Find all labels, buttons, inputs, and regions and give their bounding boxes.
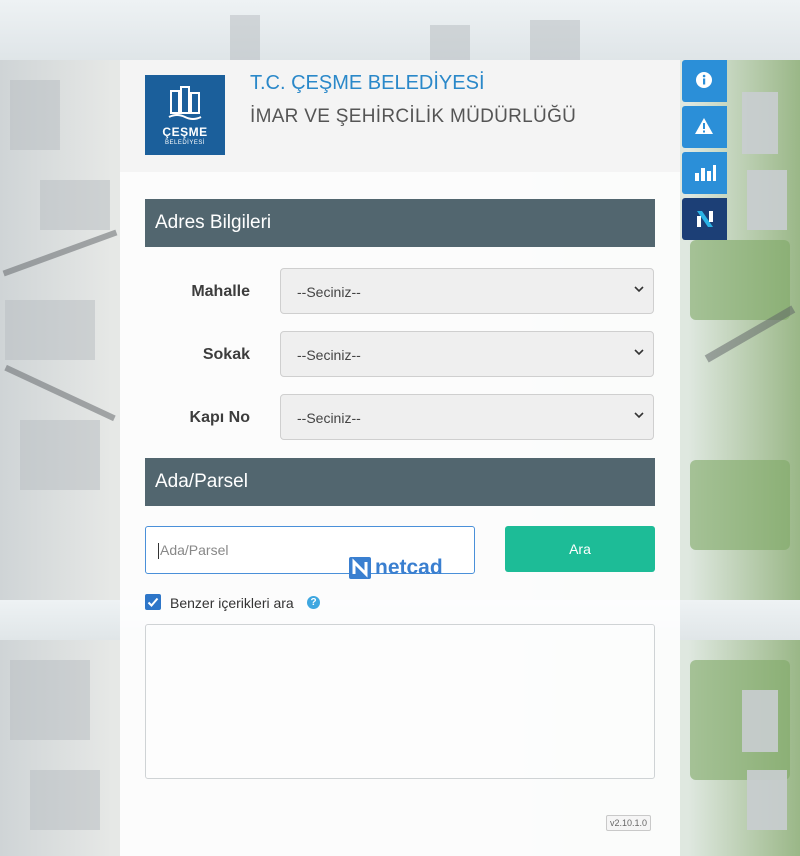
version-badge: v2.10.1.0 [606,815,652,831]
logo-text-sub: BELEDİYESİ [164,140,205,146]
warning-button[interactable] [682,106,727,148]
info-button[interactable] [682,60,727,102]
kapino-select-value: --Seciniz-- [297,410,361,426]
logo-text-main: ÇEŞME [162,125,208,139]
chevron-down-icon [634,412,644,419]
similar-checkbox-label[interactable]: Benzer içerikleri ara [170,595,294,611]
sokak-select-value: --Seciniz-- [297,347,361,363]
castle-icon [168,86,202,120]
parcel-input-placeholder: Ada/Parsel [160,542,229,558]
kapino-select[interactable]: --Seciniz-- [280,394,654,440]
main-panel: ÇEŞME BELEDİYESİ T.C. ÇEŞME BELEDİYESİ İ… [120,60,680,856]
mahalle-select-value: --Seciniz-- [297,284,361,300]
warning-icon [695,118,713,134]
results-box[interactable] [145,624,655,779]
sokak-label: Sokak [202,346,250,363]
similar-checkbox[interactable] [145,594,161,610]
page-subtitle: İMAR VE ŞEHİRCİLİK MÜDÜRLÜĞÜ [250,106,577,127]
statistics-button[interactable] [682,152,727,194]
netcad-button[interactable] [682,198,727,240]
parcel-section-header: Ada/Parsel [145,458,655,506]
mahalle-label: Mahalle [191,283,250,300]
netcad-text: netcad [375,556,443,579]
mahalle-select[interactable]: --Seciniz-- [280,268,654,314]
kapino-label: Kapı No [189,409,250,426]
help-icon[interactable]: ? [307,596,320,609]
header: ÇEŞME BELEDİYESİ T.C. ÇEŞME BELEDİYESİ İ… [120,60,680,172]
info-icon [696,72,712,88]
chart-icon [695,165,716,181]
netcad-logo-icon [697,211,713,227]
chevron-down-icon [634,286,644,293]
search-button[interactable]: Ara [505,526,655,572]
sokak-select[interactable]: --Seciniz-- [280,331,654,377]
netcad-logo-icon [349,557,371,579]
check-icon [147,597,159,607]
address-section-header: Adres Bilgileri [145,199,655,247]
page-title: T.C. ÇEŞME BELEDİYESİ [250,72,485,94]
municipality-logo: ÇEŞME BELEDİYESİ [145,75,225,155]
chevron-down-icon [634,349,644,356]
